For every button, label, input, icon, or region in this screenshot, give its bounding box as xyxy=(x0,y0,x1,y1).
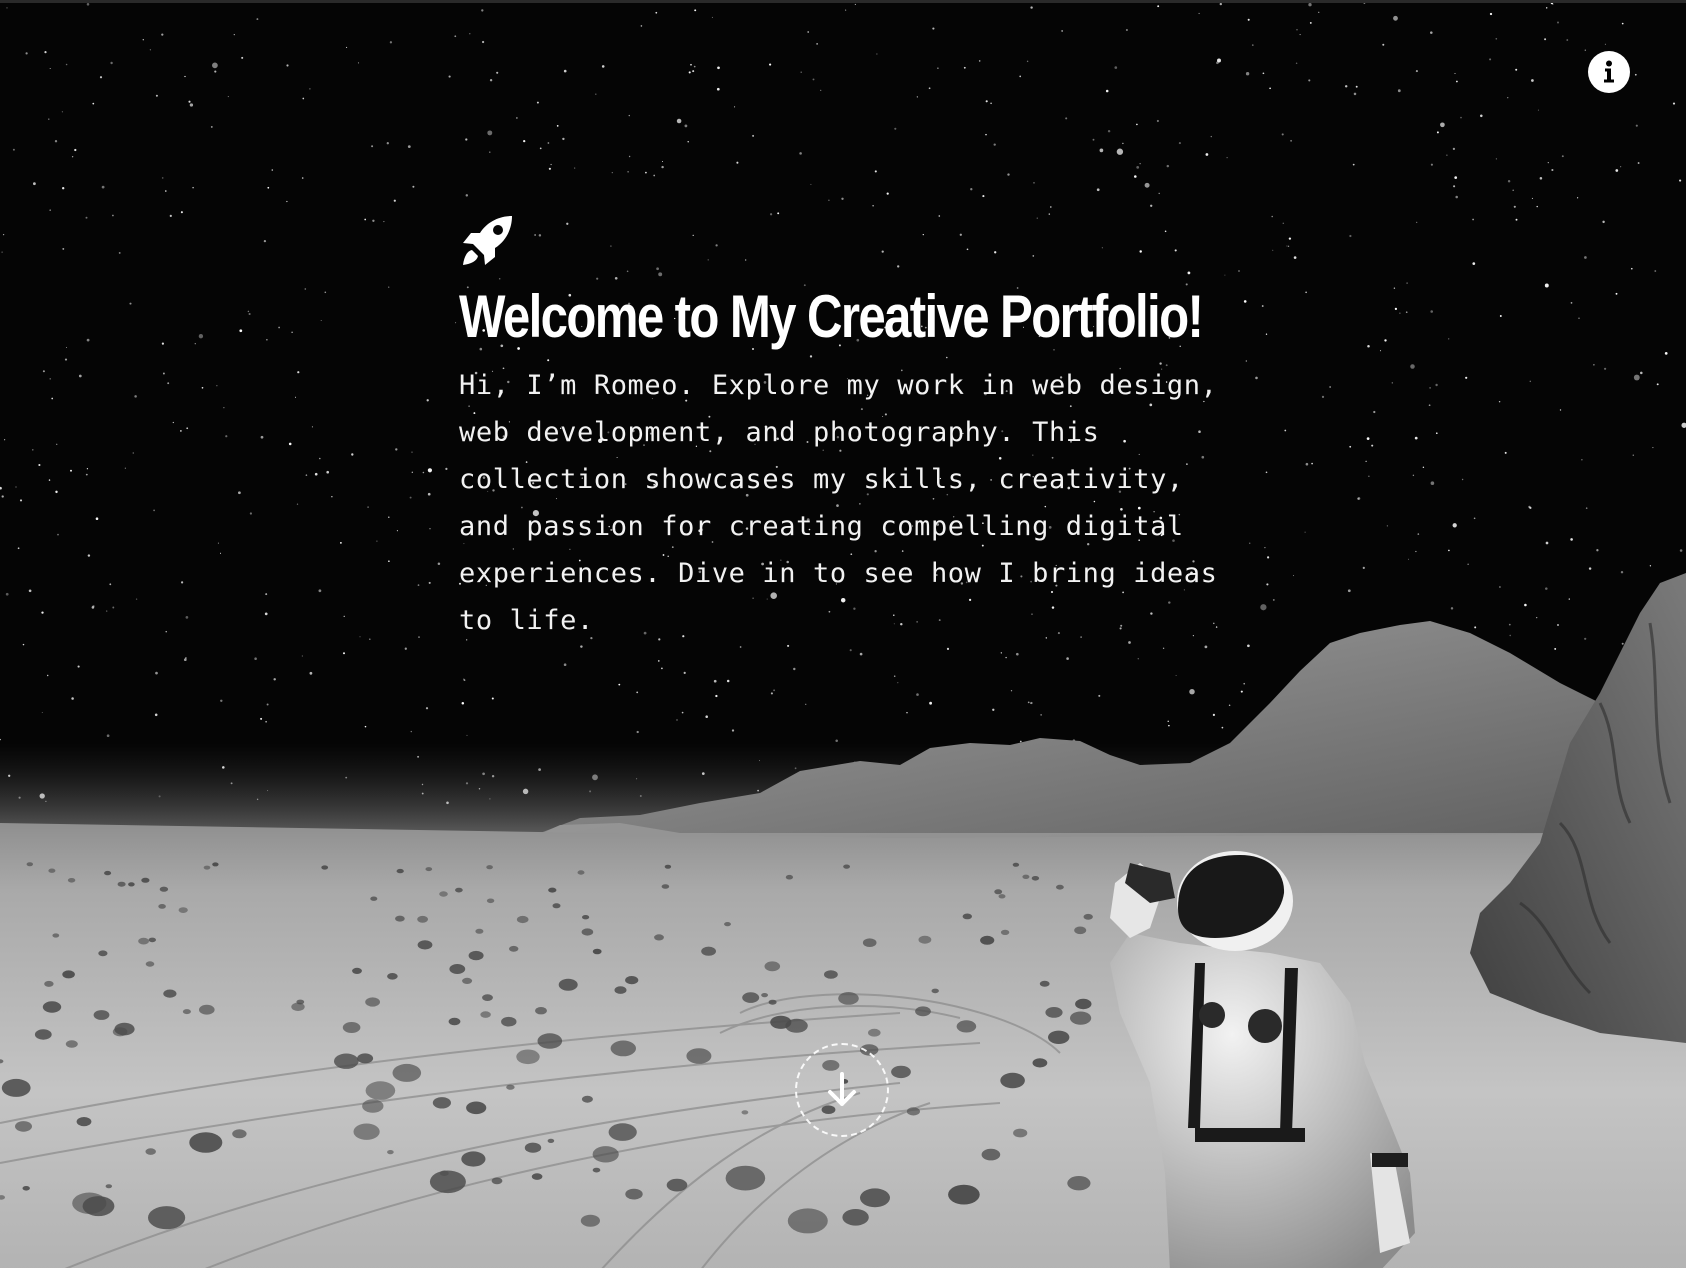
info-button[interactable] xyxy=(1588,51,1630,93)
hero-title: Welcome to My Creative Portfolio! xyxy=(459,283,1204,350)
rocket-icon xyxy=(463,216,512,265)
hero-content: Welcome to My Creative Portfolio! Hi, I’… xyxy=(459,213,1239,644)
arrow-down-icon xyxy=(828,1072,856,1106)
hero-intro: Hi, I’m Romeo. Explore my work in web de… xyxy=(459,370,1218,636)
hero-section: Welcome to My Creative Portfolio! Hi, I’… xyxy=(0,0,1686,1268)
info-icon xyxy=(1604,60,1614,83)
scroll-down-button[interactable] xyxy=(795,1043,889,1137)
